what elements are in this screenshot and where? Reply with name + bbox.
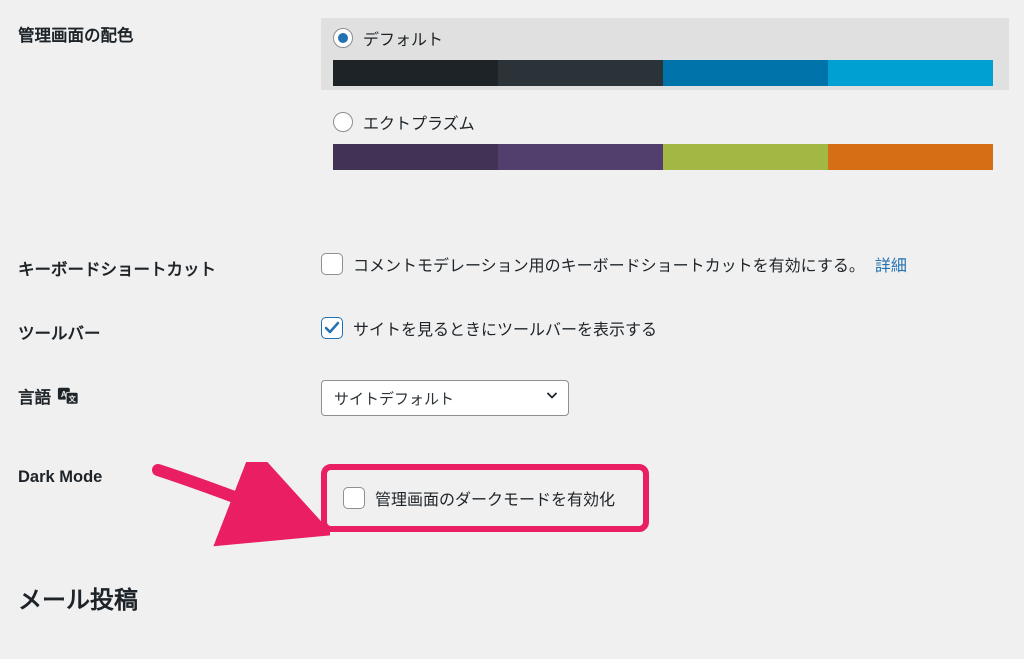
scheme-label-ectoplasm: エクトプラズム (363, 110, 475, 134)
label-keyboard-shortcuts: キーボードショートカット (18, 252, 321, 280)
highlight-annotation: 管理画面のダークモードを有効化 (321, 464, 649, 532)
checkbox-show-toolbar[interactable] (321, 317, 343, 339)
checkbox-label-comment-shortcuts: コメントモデレーション用のキーボードショートカットを有効にする。 (353, 252, 865, 276)
swatch (663, 144, 828, 170)
swatch (828, 144, 993, 170)
link-shortcuts-more[interactable]: 詳細 (875, 252, 907, 276)
color-scheme-option-ectoplasm[interactable]: エクトプラズム (321, 102, 1009, 174)
row-toolbar: ツールバー サイトを見るときにツールバーを表示する (0, 298, 1024, 362)
swatch (498, 144, 663, 170)
color-scheme-option-default[interactable]: デフォルト (321, 18, 1009, 90)
select-language[interactable]: サイトデフォルト (321, 380, 569, 416)
checkbox-label-show-toolbar: サイトを見るときにツールバーを表示する (353, 316, 657, 340)
label-dark-mode: Dark Mode (18, 464, 321, 487)
label-language-text: 言語 (18, 384, 51, 408)
swatch (663, 60, 828, 86)
checkbox-comment-shortcuts[interactable] (321, 253, 343, 275)
row-dark-mode: Dark Mode 管理画面のダークモードを有効化 (0, 434, 1024, 550)
select-language-value: サイトデフォルト (334, 388, 454, 409)
label-admin-color-scheme: 管理画面の配色 (18, 18, 321, 46)
scheme-label-default: デフォルト (363, 26, 443, 50)
swatch (828, 60, 993, 86)
row-keyboard-shortcuts: キーボードショートカット コメントモデレーション用のキーボードショートカットを有… (0, 234, 1024, 298)
checkbox-label-dark-mode: 管理画面のダークモードを有効化 (375, 486, 615, 510)
swatch (498, 60, 663, 86)
swatches-ectoplasm (333, 144, 993, 170)
swatches-default (333, 60, 993, 86)
checkbox-dark-mode[interactable] (343, 487, 365, 509)
row-admin-color-scheme: 管理画面の配色 デフォルト エクトプラズム (0, 0, 1024, 204)
radio-scheme-default[interactable] (333, 28, 353, 48)
svg-text:文: 文 (67, 395, 76, 404)
translate-icon: A 文 (57, 385, 79, 407)
swatch (333, 144, 498, 170)
row-language: 言語 A 文 サイトデフォルト (0, 362, 1024, 434)
label-language: 言語 A 文 (18, 380, 321, 408)
swatch (333, 60, 498, 86)
radio-scheme-ectoplasm[interactable] (333, 112, 353, 132)
label-toolbar: ツールバー (18, 316, 321, 344)
section-heading-mail-post: メール投稿 (0, 550, 1024, 615)
